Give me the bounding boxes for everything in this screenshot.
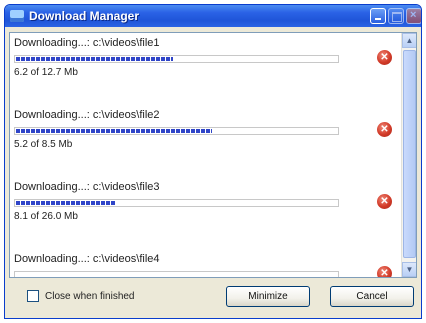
vertical-scrollbar[interactable]: ▲ ▼ bbox=[401, 33, 416, 277]
download-list: Downloading...: c:\videos\file1 6.2 of 1… bbox=[9, 32, 417, 278]
minimize-button[interactable]: Minimize bbox=[226, 286, 310, 307]
download-size: 6.2 of 12.7 Mb bbox=[14, 67, 78, 78]
download-label: Downloading...: c:\videos\file1 bbox=[14, 37, 160, 49]
cancel-circle-icon[interactable]: ✕ bbox=[377, 266, 392, 277]
download-progress-fill bbox=[16, 201, 116, 205]
minimize-window-button[interactable] bbox=[370, 8, 386, 24]
download-item: Downloading...: c:\videos\file2 5.2 of 8… bbox=[10, 105, 400, 175]
download-label: Downloading...: c:\videos\file4 bbox=[14, 253, 160, 265]
chevron-up-icon: ▲ bbox=[405, 36, 414, 45]
maximize-icon bbox=[392, 12, 402, 22]
download-item: Downloading...: c:\videos\file4 ✕ bbox=[10, 249, 400, 277]
download-manager-icon bbox=[10, 10, 24, 22]
scroll-thumb[interactable] bbox=[403, 50, 416, 258]
cancel-circle-icon[interactable]: ✕ bbox=[377, 194, 392, 209]
download-progress-bar bbox=[14, 127, 339, 135]
scroll-down-button[interactable]: ▼ bbox=[402, 262, 416, 277]
window-title: Download Manager bbox=[29, 9, 140, 23]
download-item: Downloading...: c:\videos\file1 6.2 of 1… bbox=[10, 33, 400, 103]
download-progress-bar bbox=[14, 271, 339, 277]
cancel-circle-icon[interactable]: ✕ bbox=[377, 122, 392, 137]
cancel-circle-icon[interactable]: ✕ bbox=[377, 50, 392, 65]
cancel-button[interactable]: Cancel bbox=[330, 286, 414, 307]
download-progress-bar bbox=[14, 55, 339, 63]
download-size: 8.1 of 26.0 Mb bbox=[14, 211, 78, 222]
close-icon: × bbox=[410, 9, 417, 21]
download-label: Downloading...: c:\videos\file2 bbox=[14, 109, 160, 121]
download-size: 5.2 of 8.5 Mb bbox=[14, 139, 73, 150]
download-progress-bar bbox=[14, 199, 339, 207]
download-progress-fill bbox=[16, 129, 212, 133]
maximize-window-button[interactable] bbox=[388, 8, 404, 24]
close-when-finished-label: Close when finished bbox=[45, 291, 135, 302]
download-manager-window: Download Manager × Downloading...: c:\vi… bbox=[4, 4, 422, 319]
close-when-finished-checkbox[interactable] bbox=[27, 290, 39, 302]
title-bar[interactable]: Download Manager × bbox=[5, 5, 421, 27]
minimize-icon bbox=[375, 18, 381, 20]
scroll-up-button[interactable]: ▲ bbox=[402, 33, 416, 48]
chevron-down-icon: ▼ bbox=[405, 265, 414, 274]
download-progress-fill bbox=[16, 57, 173, 61]
download-label: Downloading...: c:\videos\file3 bbox=[14, 181, 160, 193]
download-item: Downloading...: c:\videos\file3 8.1 of 2… bbox=[10, 177, 400, 247]
close-window-button[interactable]: × bbox=[406, 8, 421, 24]
